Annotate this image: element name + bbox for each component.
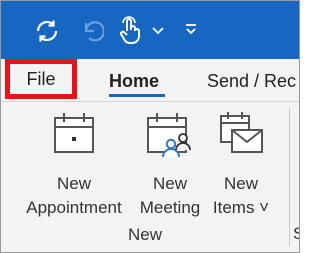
new-items-icon	[218, 110, 264, 163]
touch-mode-icon[interactable]	[115, 13, 145, 47]
new-meeting-label-line2: Meeting	[139, 198, 201, 217]
ribbon-group-divider	[289, 108, 290, 246]
customize-qat-icon[interactable]	[181, 19, 201, 39]
new-meeting-label-line1: New	[152, 174, 187, 193]
undo-icon[interactable]	[77, 15, 107, 47]
active-tab-indicator	[109, 94, 165, 97]
outlook-window: File Home Send / Rec New Appointment New…	[0, 0, 300, 253]
tab-home[interactable]: Home	[109, 65, 159, 97]
new-appointment-label-line1: New	[56, 174, 91, 193]
sync-icon[interactable]	[31, 15, 63, 47]
ribbon-home: New Appointment New Meeting New Items ˅ …	[1, 101, 299, 252]
quick-access-toolbar	[1, 1, 299, 59]
new-items-label-line2: Items ˅	[212, 198, 270, 217]
new-items-button[interactable]: New Items ˅	[207, 110, 275, 222]
ribbon-group-label-new: New	[127, 225, 162, 244]
calendar-icon	[52, 110, 96, 161]
tab-send-receive[interactable]: Send / Rec	[207, 65, 296, 97]
ribbon-next-group-label: S	[293, 224, 299, 244]
meeting-calendar-icon	[145, 110, 195, 165]
tab-file[interactable]: File	[5, 59, 77, 99]
new-items-label-line1: New	[223, 174, 258, 193]
new-meeting-button[interactable]: New Meeting	[135, 110, 205, 222]
chevron-down-icon[interactable]	[149, 21, 167, 39]
new-appointment-label-line2: Appointment	[26, 198, 122, 217]
new-appointment-button[interactable]: New Appointment	[19, 110, 129, 222]
